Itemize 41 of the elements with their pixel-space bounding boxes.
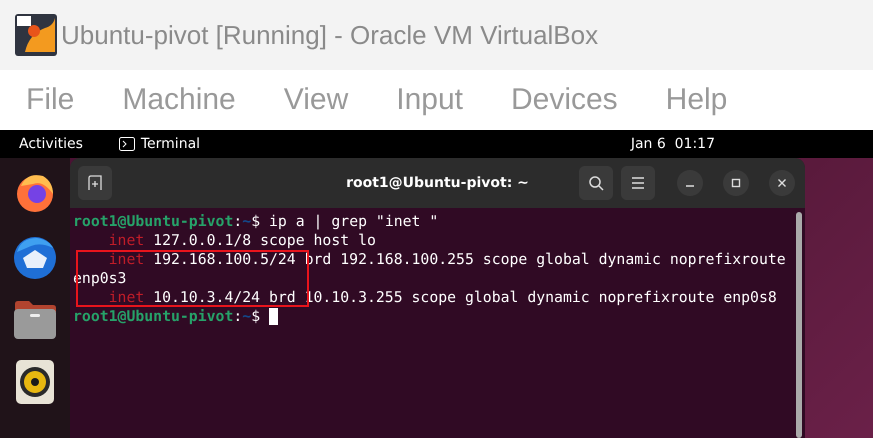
search-button[interactable] [579, 166, 613, 200]
search-icon [588, 175, 604, 191]
menu-item[interactable]: View [284, 83, 348, 117]
clock[interactable]: Jan 6 01:17 [630, 136, 715, 152]
menu-item[interactable]: Input [396, 83, 463, 117]
minimize-button[interactable] [677, 170, 703, 196]
menu-item[interactable]: File [26, 83, 74, 117]
menu-item[interactable]: Devices [510, 83, 618, 117]
minimize-icon [686, 185, 694, 187]
menu-item[interactable]: Help [666, 83, 728, 117]
maximize-button[interactable] [723, 170, 749, 196]
prompt-user: root1@Ubuntu-pivot [73, 212, 234, 231]
output-keyword: inet [108, 288, 144, 307]
new-tab-button[interactable] [78, 166, 112, 200]
maximize-icon [731, 178, 741, 188]
terminal-title: root1@Ubuntu-pivot: ~ [346, 175, 529, 191]
menu-icon [631, 177, 645, 189]
new-tab-icon [87, 175, 103, 191]
output-keyword: inet [108, 250, 144, 269]
close-icon [777, 178, 787, 188]
terminal-icon [118, 137, 135, 151]
terminal-text: $ ip a | grep "inet " [251, 212, 438, 231]
prompt-path: ~ [242, 307, 252, 326]
app-logo-icon [15, 14, 57, 56]
terminal-text: : [233, 307, 242, 326]
menu-button[interactable] [621, 166, 655, 200]
terminal-text: : [233, 212, 242, 231]
close-button[interactable] [769, 170, 795, 196]
activities-button[interactable]: Activities [19, 136, 83, 152]
menu-item[interactable]: Machine [122, 83, 236, 117]
prompt-path: ~ [242, 212, 252, 231]
app-name[interactable]: Terminal [140, 136, 200, 152]
output-keyword: inet [108, 231, 144, 250]
speaker-icon[interactable] [16, 360, 54, 404]
scrollbar[interactable] [796, 212, 802, 438]
window-title: Ubuntu-pivot [Running] - Oracle VM VirtualBox [61, 20, 598, 50]
text-cursor [269, 308, 278, 325]
terminal-text: $ [251, 307, 260, 326]
folder-icon[interactable] [13, 300, 57, 340]
terminal-text: 127.0.0.1/8 scope host lo [152, 231, 376, 250]
prompt-user: root1@Ubuntu-pivot [73, 307, 234, 326]
